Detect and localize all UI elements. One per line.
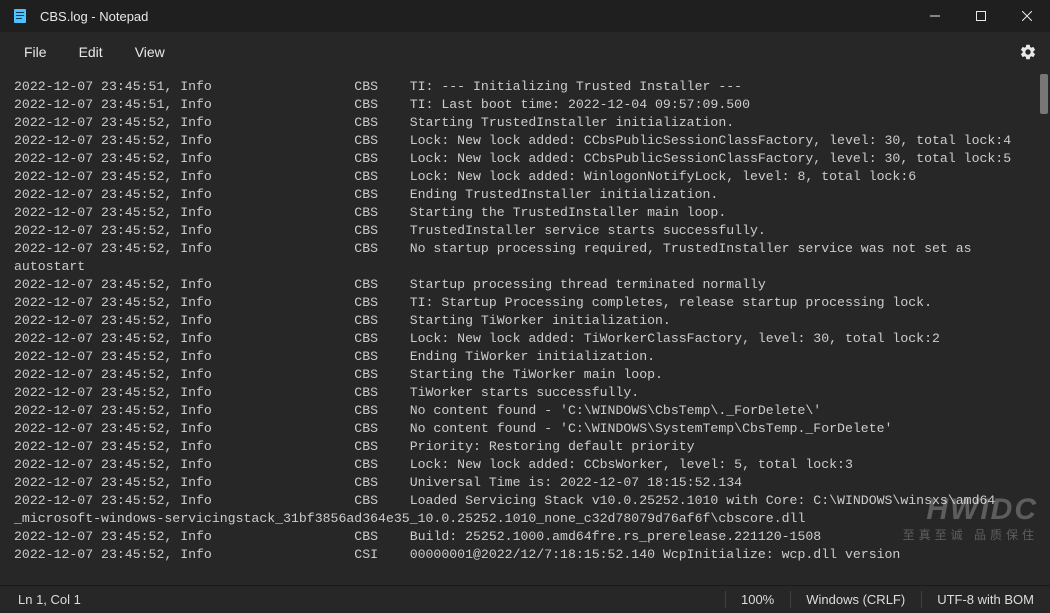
status-position: Ln 1, Col 1	[0, 592, 81, 607]
scrollbar-thumb[interactable]	[1040, 74, 1048, 114]
titlebar: CBS.log - Notepad	[0, 0, 1050, 32]
status-zoom[interactable]: 100%	[725, 586, 790, 613]
menu-view[interactable]: View	[121, 38, 179, 66]
status-line-ending[interactable]: Windows (CRLF)	[790, 586, 921, 613]
app-icon	[12, 8, 28, 24]
close-icon	[1022, 11, 1032, 21]
vertical-scrollbar[interactable]	[1038, 72, 1050, 585]
minimize-button[interactable]	[912, 0, 958, 32]
window-title: CBS.log - Notepad	[40, 9, 148, 24]
menu-file[interactable]: File	[10, 38, 61, 66]
maximize-button[interactable]	[958, 0, 1004, 32]
settings-button[interactable]	[1006, 32, 1050, 72]
status-encoding[interactable]: UTF-8 with BOM	[921, 586, 1050, 613]
menu-edit[interactable]: Edit	[65, 38, 117, 66]
minimize-icon	[930, 11, 940, 21]
maximize-icon	[976, 11, 986, 21]
menubar: File Edit View	[0, 32, 1050, 72]
statusbar: Ln 1, Col 1 100% Windows (CRLF) UTF-8 wi…	[0, 585, 1050, 613]
text-area[interactable]: 2022-12-07 23:45:51, Info CBS TI: --- In…	[0, 72, 1038, 585]
close-button[interactable]	[1004, 0, 1050, 32]
gear-icon	[1019, 43, 1037, 61]
